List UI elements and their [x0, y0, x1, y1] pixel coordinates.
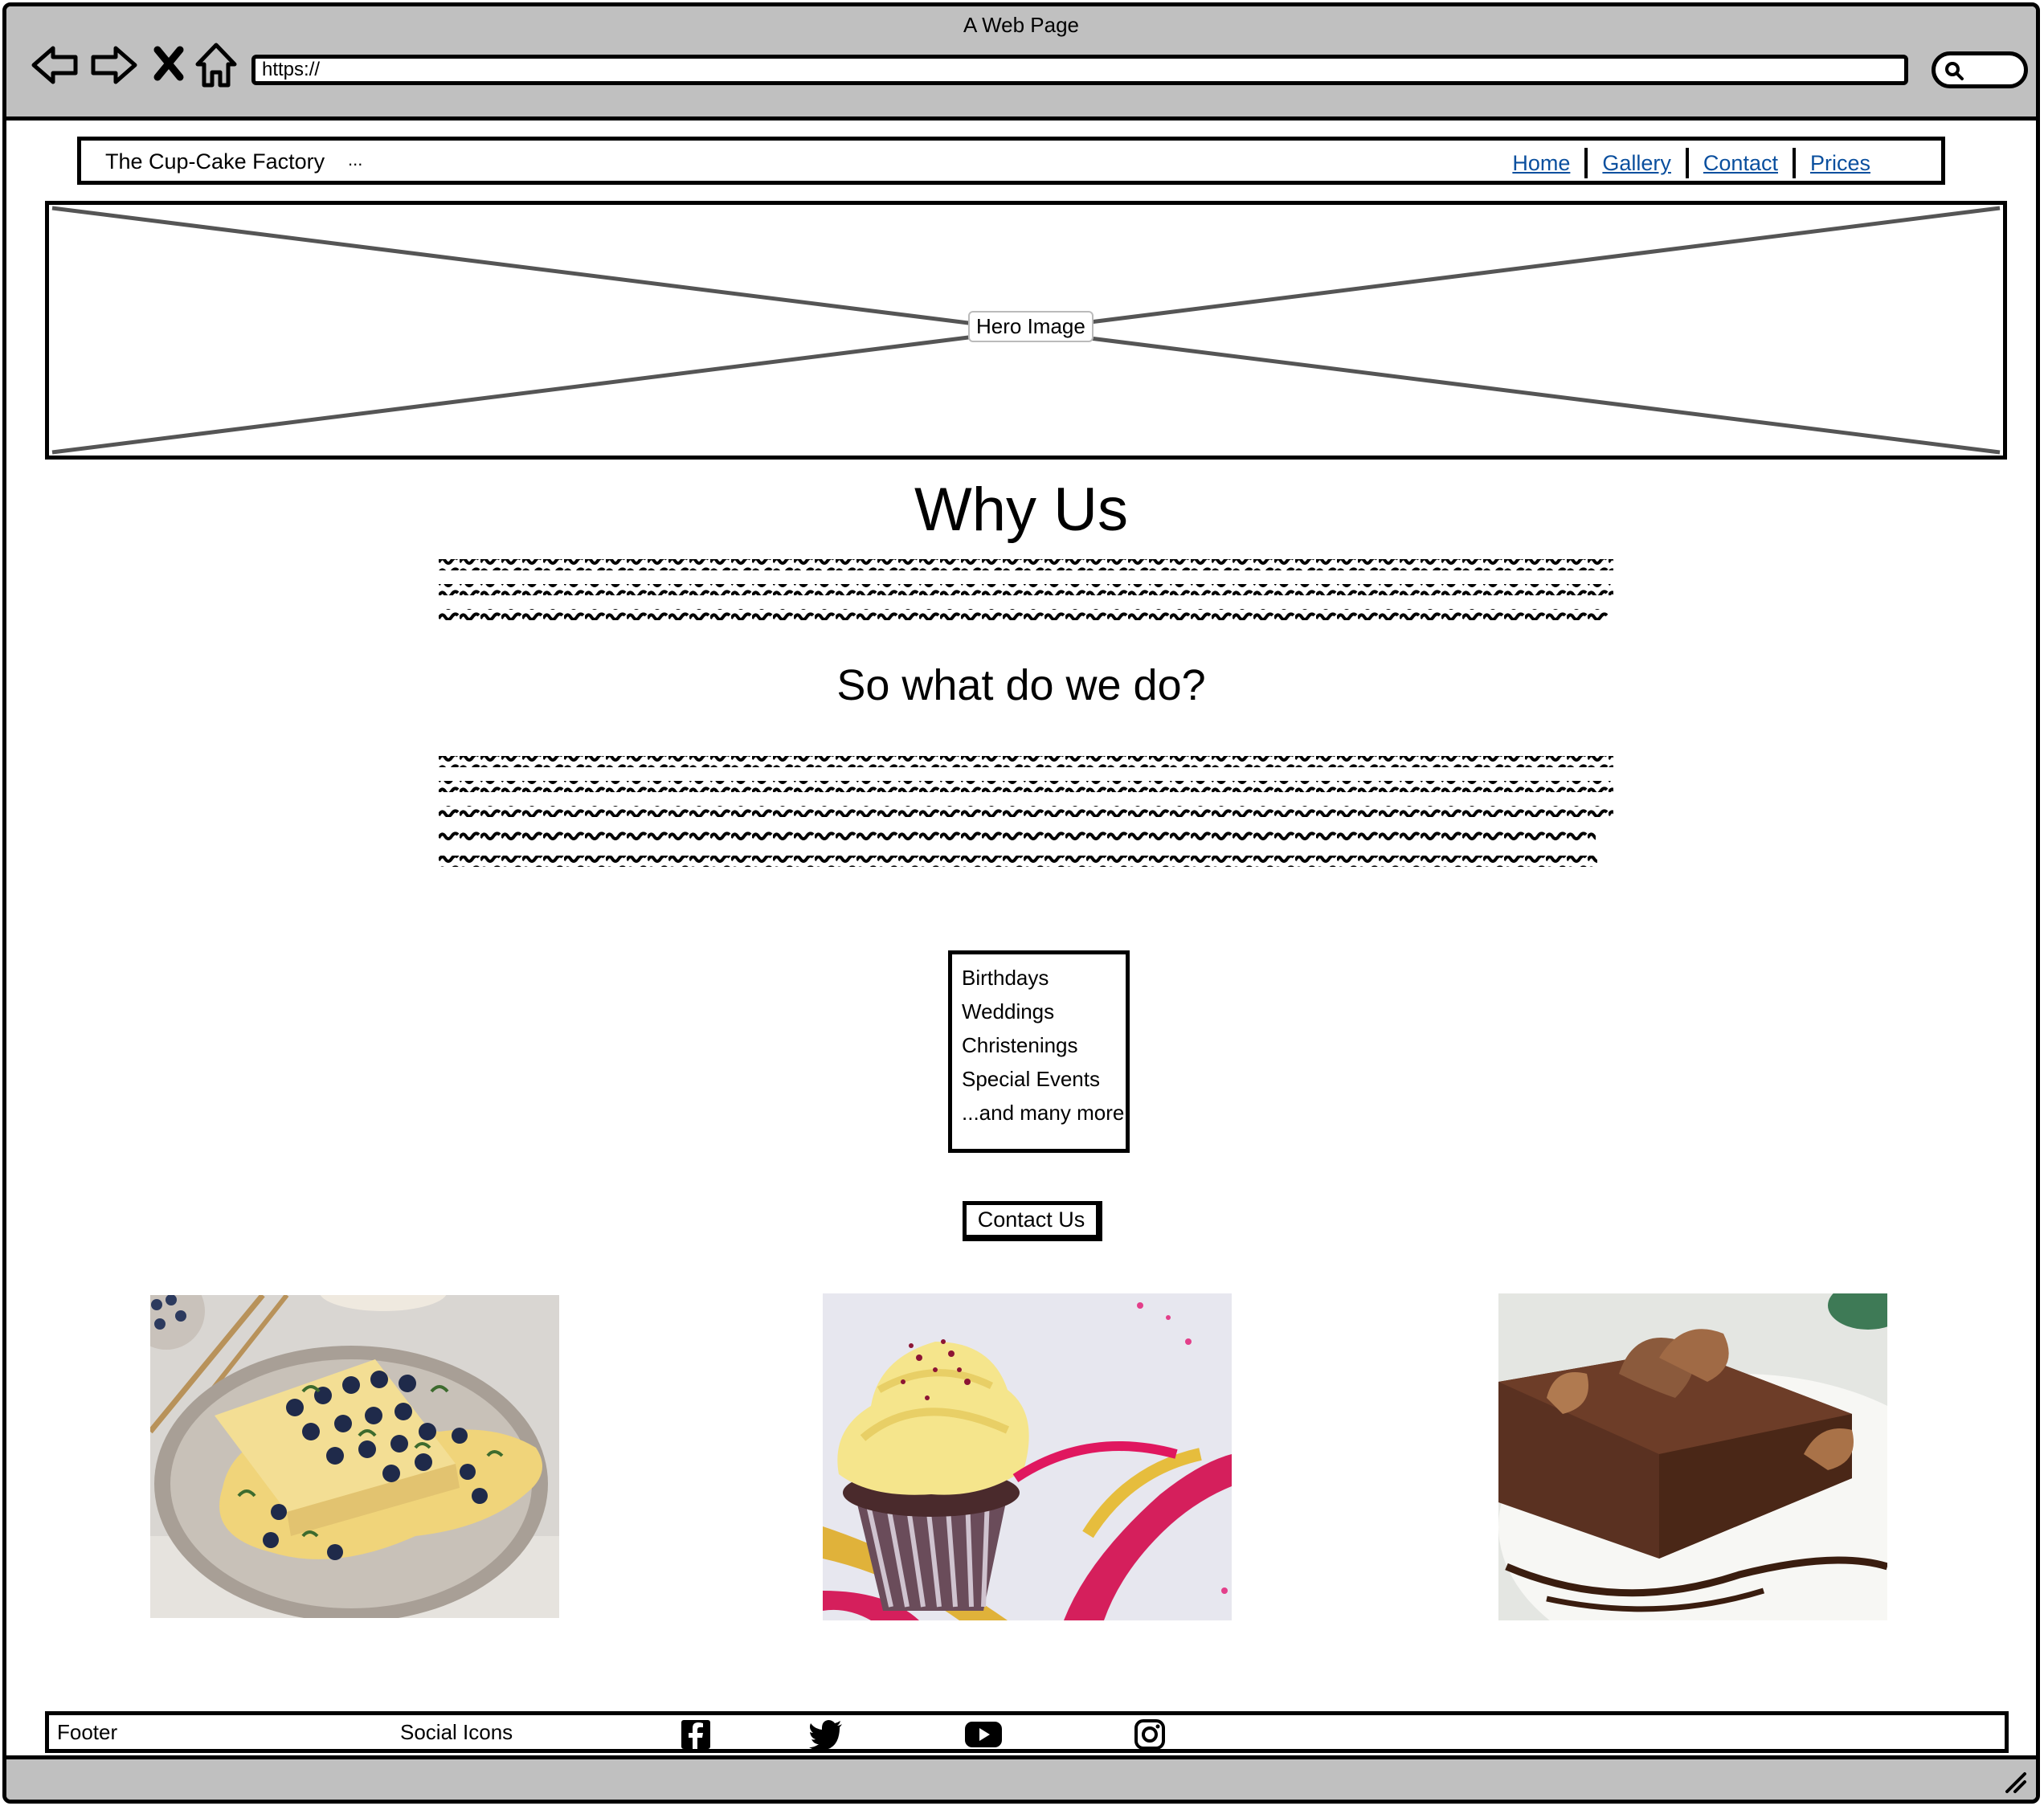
youtube-icon[interactable]: [963, 1718, 1004, 1751]
contact-us-button[interactable]: Contact Us: [963, 1201, 1102, 1241]
resize-grip-icon[interactable]: [2002, 1769, 2028, 1795]
page: A Web Page https:// The Cup-Cake Factory…: [0, 0, 2044, 1806]
services-list: Birthdays Weddings Christenings Special …: [948, 950, 1130, 1153]
nav-link-gallery[interactable]: Gallery: [1588, 147, 1686, 179]
hero-image-placeholder: Hero Image: [45, 201, 2007, 460]
service-item: Birthdays: [962, 966, 1049, 990]
stop-icon[interactable]: [143, 39, 196, 92]
section-subtitle: So what do we do?: [836, 661, 1206, 709]
twitter-icon[interactable]: [808, 1718, 844, 1751]
nav-links: Home Gallery Contact Prices: [1498, 147, 1885, 179]
url-bar[interactable]: https://: [251, 55, 1908, 85]
page-content: The Cup-Cake Factory ... Home Gallery Co…: [6, 121, 2036, 1763]
section-title: Why Us: [914, 476, 1128, 544]
service-item: Special Events: [962, 1067, 1100, 1091]
placeholder-text-block-2: [439, 756, 1613, 867]
home-icon[interactable]: [190, 39, 243, 92]
back-arrow-icon[interactable]: [29, 39, 82, 92]
nav-link-prices[interactable]: Prices: [1796, 147, 1885, 179]
brand-ellipsis: ...: [348, 149, 363, 170]
site-navbar: The Cup-Cake Factory ... Home Gallery Co…: [77, 137, 1945, 185]
search-icon: [1945, 62, 1964, 80]
service-item: Weddings: [962, 999, 1055, 1024]
instagram-icon[interactable]: [1134, 1718, 1166, 1751]
chocolate-cake-slice-photo: [1498, 1293, 1887, 1620]
nav-link-contact[interactable]: Contact: [1689, 147, 1793, 179]
service-item: ...and many more: [962, 1101, 1125, 1125]
facebook-icon[interactable]: [680, 1718, 712, 1751]
site-footer: Footer Social Icons: [45, 1711, 2009, 1753]
site-brand[interactable]: The Cup-Cake Factory: [105, 149, 325, 174]
footer-label: Footer: [57, 1720, 118, 1744]
browser-toolbar: A Web Page https://: [6, 6, 2036, 121]
browser-search-field[interactable]: [1932, 51, 2028, 88]
forward-arrow-icon[interactable]: [87, 39, 140, 92]
placeholder-text-block-1: [439, 559, 1613, 620]
nav-link-home[interactable]: Home: [1498, 147, 1584, 179]
hero-image-label: Hero Image: [968, 311, 1094, 342]
blueberry-custard-cake-photo: [150, 1295, 559, 1618]
window-title: A Web Page: [963, 13, 1080, 37]
service-item: Christenings: [962, 1033, 1078, 1057]
browser-status-bar: [6, 1755, 2036, 1800]
browser-window: A Web Page https:// The Cup-Cake Factory…: [2, 2, 2040, 1804]
cupcake-with-ribbon-photo: [823, 1293, 1232, 1620]
social-icons-label: Social Icons: [400, 1720, 513, 1744]
